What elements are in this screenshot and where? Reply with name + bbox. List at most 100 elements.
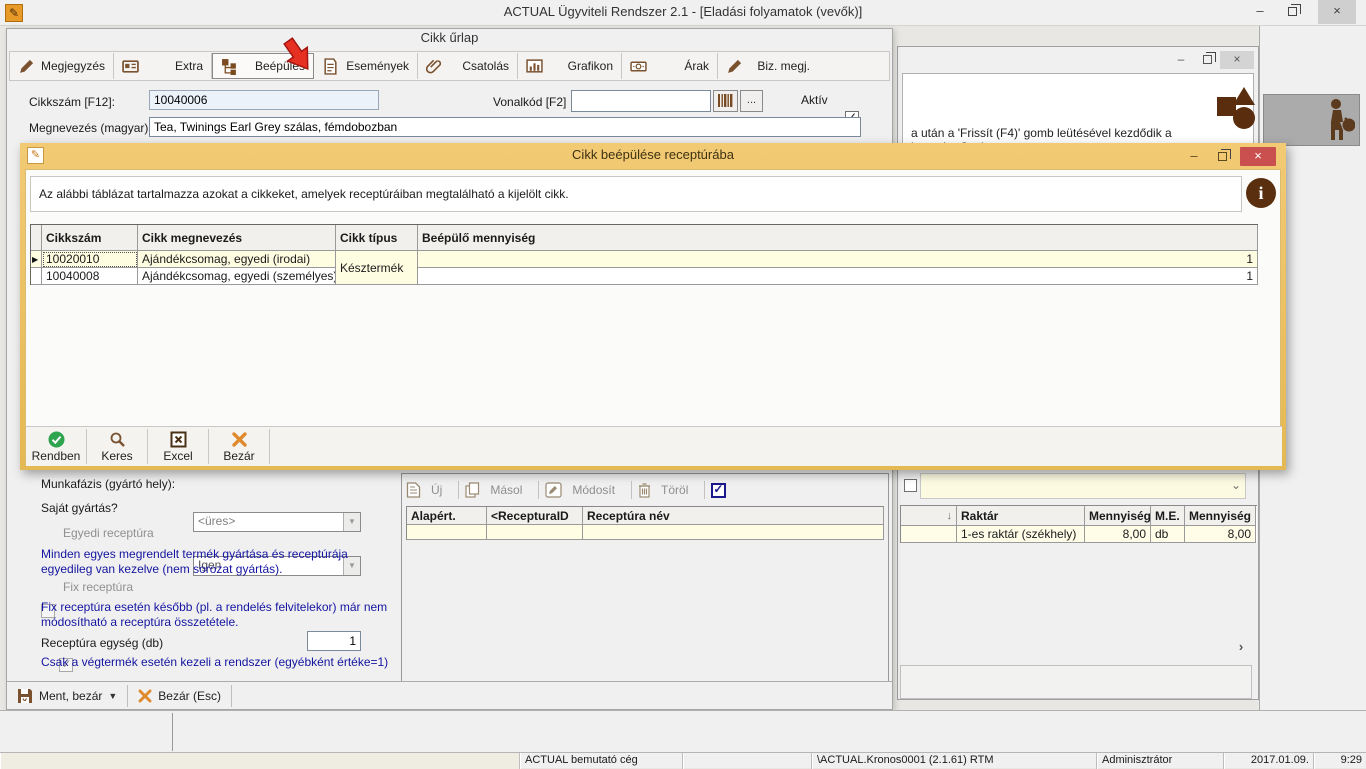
dialog-restore-icon [1218, 152, 1227, 161]
row-selector-header [31, 225, 42, 251]
receptura-empty-cell[interactable] [583, 525, 884, 540]
ment-bezar-button[interactable]: Ment, bezár ▼ [7, 684, 127, 708]
partner-bar [1263, 94, 1360, 146]
toolbar-esemenyek-button[interactable]: Események [314, 53, 418, 79]
separator [231, 685, 232, 707]
rw-restore-button[interactable] [1194, 51, 1220, 69]
excel-label: Excel [163, 449, 192, 463]
expand-right-button[interactable]: › [1232, 639, 1250, 657]
filter-checkbox[interactable] [904, 479, 917, 492]
dialog-message-box: Az alábbi táblázat tartalmazza azokat a … [30, 176, 1242, 212]
uj-button[interactable]: Új [427, 483, 452, 497]
bezar-button[interactable]: Bezár [209, 427, 269, 466]
dialog-restore-button[interactable] [1210, 147, 1234, 166]
paperclip-icon [426, 58, 443, 75]
munkafazis-label: Munkafázis (gyártó hely): [41, 477, 175, 491]
cikkszam-input[interactable] [149, 90, 379, 110]
receptura-filter-checkbox[interactable] [711, 483, 726, 498]
egyedi-hint-line1: Minden egyes megrendelt termék gyártása … [41, 547, 348, 561]
receptura-empty-cell[interactable] [487, 525, 583, 540]
receptura-egyseg-label: Receptúra egység (db) [41, 636, 163, 650]
stock-sort-header[interactable]: ↓ [901, 506, 957, 526]
search-hint-box: a után a 'Frissít (F4)' gomb leütésével … [902, 73, 1254, 153]
rw-close-button[interactable]: × [1220, 51, 1254, 69]
vonalkod-input[interactable] [571, 90, 711, 112]
receptura-empty-cell[interactable] [407, 525, 487, 540]
toolbar-grafikon-button[interactable]: Grafikon [518, 53, 622, 79]
dialog-close-button[interactable]: × [1240, 147, 1276, 166]
table-row-cikkszam[interactable]: 10020010 [42, 251, 138, 268]
excel-button[interactable]: Excel [148, 427, 208, 466]
cikk-urlap-title: Cikk űrlap [7, 29, 892, 49]
stock-header-mennyiseg1[interactable]: Mennyiség [1085, 506, 1151, 526]
restore-button[interactable] [1278, 0, 1306, 24]
receptura-egyseg-input[interactable] [307, 631, 361, 651]
barcode-button[interactable] [713, 90, 738, 112]
table-row-megnevezes[interactable]: Ajándékcsomag, egyedi (irodai) [138, 251, 336, 268]
barcode-more-button[interactable]: ... [740, 90, 763, 112]
table-header-megnevezes[interactable]: Cikk megnevezés [138, 225, 336, 251]
close-button[interactable]: × [1318, 0, 1356, 24]
munkafazis-combo[interactable]: <üres> ▼ [193, 512, 361, 532]
keres-button[interactable]: Keres [87, 427, 147, 466]
toolbar-csatolas-button[interactable]: Csatolás [418, 53, 518, 79]
table-row-megnevezes[interactable]: Ajándékcsomag, egyedi (személyes) [138, 268, 336, 285]
main-titlebar: ✎ ACTUAL Ügyviteli Rendszer 2.1 - [Eladá… [0, 0, 1366, 26]
rw-minimize-button[interactable]: – [1168, 51, 1194, 69]
close-x-icon [231, 431, 248, 448]
dialog-content: Az alábbi táblázat tartalmazza azokat a … [25, 169, 1281, 465]
vonalkod-label: Vonalkód [F2] [493, 95, 566, 109]
excel-icon [170, 431, 187, 448]
separator [269, 429, 270, 464]
table-header-cikkszam[interactable]: Cikkszám [42, 225, 138, 251]
dialog-minimize-button[interactable]: – [1182, 147, 1206, 166]
torol-button[interactable]: Töröl [657, 483, 698, 497]
table-row-mennyiseg[interactable]: 1 [418, 268, 1258, 285]
toolbar-esemenyek-label: Események [346, 59, 409, 73]
receptura-header-alapert[interactable]: Alapért. [407, 507, 487, 525]
table-merged-tipus[interactable]: Késztermék [336, 251, 418, 285]
save-icon [17, 688, 33, 704]
close-x-icon [138, 689, 152, 703]
row-selector-arrow: ▶ [31, 251, 42, 268]
search-icon [109, 431, 126, 448]
separator [704, 481, 705, 499]
table-header-mennyiseg[interactable]: Beépülő mennyiség [418, 225, 1258, 251]
toolbar-arak-button[interactable]: Árak [622, 53, 718, 79]
filter-combo[interactable]: ⌄ [920, 473, 1246, 499]
screen: ✎ ACTUAL Ügyviteli Rendszer 2.1 - [Eladá… [0, 0, 1366, 768]
toolbar-extra-button[interactable]: Extra [114, 53, 212, 79]
stock-header-raktar[interactable]: Raktár [957, 506, 1085, 526]
red-annotation-arrow [280, 34, 316, 76]
stock-cell-raktar[interactable]: 1-es raktár (székhely) [957, 526, 1085, 543]
toolbar-biz-megj-button[interactable]: Biz. megj. [718, 53, 818, 79]
rendben-label: Rendben [32, 449, 81, 463]
toolbar-arak-label: Árak [684, 59, 709, 73]
stock-header-me[interactable]: M.E. [1151, 506, 1185, 526]
minimize-button[interactable]: – [1246, 0, 1274, 24]
modosit-button[interactable]: Módosít [568, 483, 625, 497]
masol-button[interactable]: Másol [486, 483, 532, 497]
stock-cell-mennyiseg2[interactable]: 8,00 [1185, 526, 1256, 543]
stock-cell-mennyiseg1[interactable]: 8,00 [1085, 526, 1151, 543]
bezar-esc-button[interactable]: Bezár (Esc) [128, 684, 231, 708]
stock-cell-empty[interactable] [901, 526, 957, 543]
toolbar-extra-label: Extra [175, 59, 203, 73]
receptura-header-nev[interactable]: Receptúra név [583, 507, 884, 525]
receptura-header-id[interactable]: <RecepturaID [487, 507, 583, 525]
megnevezes-input[interactable] [149, 117, 861, 137]
egyedi-receptura-label: Egyedi receptúra [63, 526, 154, 540]
toolbar-csatolas-label: Csatolás [462, 59, 509, 73]
stock-header-mennyiseg2[interactable]: Mennyiség [1185, 506, 1256, 526]
dropdown-arrow-icon: ▼ [108, 691, 117, 701]
toolbar-megjegyzes-button[interactable]: Megjegyzés [10, 53, 114, 79]
info-icon[interactable]: i [1246, 178, 1276, 208]
table-header-tipus[interactable]: Cikk típus [336, 225, 418, 251]
table-row-mennyiseg[interactable]: 1 [418, 251, 1258, 268]
stock-cell-me[interactable]: db [1151, 526, 1185, 543]
dropdown-arrow-icon[interactable]: ▼ [343, 513, 360, 531]
chart-icon [526, 58, 543, 75]
chevron-down-icon[interactable]: ⌄ [1231, 478, 1241, 492]
rendben-button[interactable]: Rendben [26, 427, 86, 466]
table-row-cikkszam[interactable]: 10040008 [42, 268, 138, 285]
